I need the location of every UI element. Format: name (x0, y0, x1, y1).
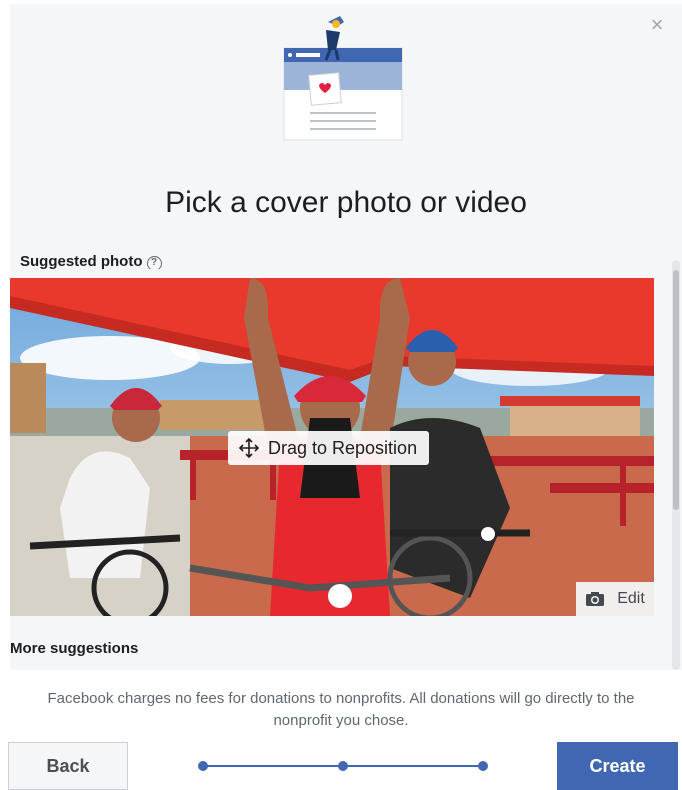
drag-label: Drag to Reposition (268, 437, 418, 458)
help-circle-icon[interactable]: ? (146, 256, 162, 269)
move-arrows-icon (238, 437, 260, 459)
page-title: Pick a cover photo or video (165, 186, 527, 219)
close-icon[interactable]: × (646, 14, 668, 36)
camera-icon (586, 592, 605, 606)
step-dot (478, 761, 488, 771)
scroll-thumb[interactable] (673, 270, 679, 510)
edit-label: Edit (617, 590, 645, 607)
cover-illustration-icon (283, 16, 403, 141)
more-suggestions-label: More suggestions (10, 640, 139, 657)
create-button[interactable]: Create (557, 742, 678, 790)
suggested-photo-label: Suggested photo? (20, 253, 162, 269)
donation-fees-note: Facebook charges no fees for donations t… (47, 690, 635, 729)
drag-to-reposition-label[interactable]: Drag to Reposition (228, 431, 430, 465)
progress-stepper (198, 758, 488, 774)
back-button[interactable]: Back (8, 742, 128, 790)
step-dot (338, 761, 348, 771)
scrollbar[interactable] (672, 260, 680, 670)
edit-photo-button[interactable]: Edit (576, 582, 654, 616)
step-dot (198, 761, 208, 771)
